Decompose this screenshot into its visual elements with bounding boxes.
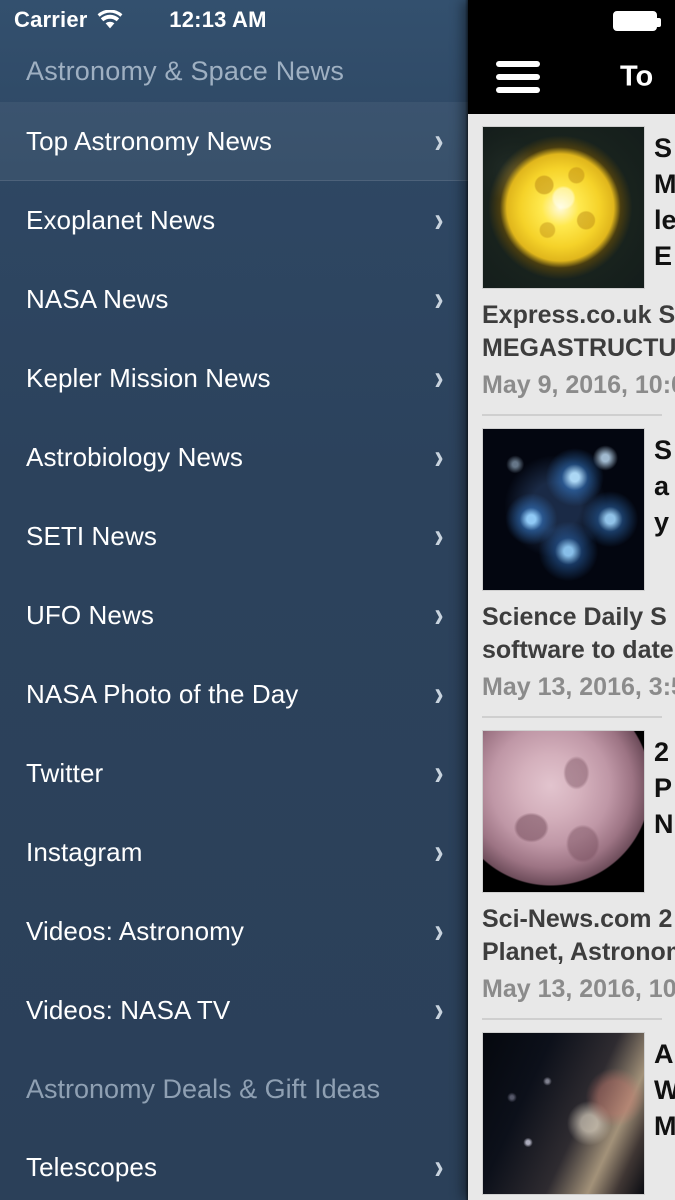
chevron-right-icon: › — [434, 1147, 444, 1187]
sidebar-item-ufo-news[interactable]: UFO News › — [0, 576, 468, 655]
sidebar-item-label: Kepler Mission News — [26, 363, 271, 393]
sidebar-item-twitter[interactable]: Twitter › — [0, 734, 468, 813]
article-title-line: E — [654, 241, 673, 271]
sidebar-item-telescopes[interactable]: Telescopes › — [0, 1128, 468, 1200]
milky-way-thumbnail — [482, 1032, 645, 1195]
article-title-line: S — [654, 133, 673, 163]
status-bar: Carrier 12:13 AM — [0, 0, 468, 40]
chevron-right-icon: › — [434, 832, 444, 872]
sidebar-item-label: Videos: NASA TV — [26, 995, 231, 1025]
chevron-right-icon: › — [434, 358, 444, 398]
sidebar-item-label: NASA Photo of the Day — [26, 679, 299, 709]
article-source-line: Planet, Astronom — [482, 938, 675, 966]
article-title: S Mle E — [654, 130, 675, 274]
article-list-item[interactable]: S Mle E Express.co.uk S MEGASTRUCTUR May 9, 2… — [468, 114, 675, 416]
drawer-section-header: Astronomy Deals & Gift Ideas — [26, 1073, 381, 1104]
article-title: AWM — [654, 1036, 675, 1144]
blue-star-cluster-thumbnail — [482, 428, 645, 591]
article-list-item[interactable]: 2 P N Sci-News.com 2 Planet, Astronom May 13,… — [468, 718, 675, 1020]
hamburger-line — [496, 87, 540, 93]
article-source-line: Sci-News.com 2 — [482, 905, 673, 933]
sidebar-item-label: UFO News — [26, 600, 154, 630]
article-title: 2 PN — [654, 734, 674, 842]
sidebar-item-seti-news[interactable]: SETI News › — [0, 497, 468, 576]
article-source-line: Express.co.uk S — [482, 301, 675, 329]
sidebar-item-instagram[interactable]: Instagram › — [0, 813, 468, 892]
article-source-line: Science Daily S — [482, 603, 667, 631]
drawer-menu-list: Top Astronomy News › Exoplanet News › NASA N… — [0, 102, 468, 1050]
sidebar-item-videos-astronomy[interactable]: Videos: Astronomy › — [0, 892, 468, 971]
sidebar-item-label: Exoplanet News — [26, 205, 216, 235]
sun-star-thumbnail — [482, 126, 645, 289]
sidebar-item-top-astronomy-news[interactable]: Top Astronomy News › — [0, 102, 468, 181]
article-list-item[interactable]: AWM — [468, 1020, 675, 1195]
chevron-right-icon: › — [434, 674, 444, 714]
article-date: May 13, 2016, 10:0 — [482, 975, 675, 1003]
sidebar-item-label: Instagram — [26, 837, 143, 867]
hamburger-line — [496, 61, 540, 67]
sidebar-item-exoplanet-news[interactable]: Exoplanet News › — [0, 181, 468, 260]
chevron-right-icon: › — [434, 990, 444, 1030]
article-date: May 9, 2016, 10:09 — [482, 371, 675, 399]
wifi-icon — [97, 9, 123, 30]
chevron-right-icon: › — [434, 437, 444, 477]
sidebar-item-label: Videos: Astronomy — [26, 916, 245, 946]
chevron-right-icon: › — [434, 200, 444, 240]
sidebar-item-nasa-photo-of-the-day[interactable]: NASA Photo of the Day › — [0, 655, 468, 734]
hamburger-line — [496, 74, 540, 80]
sidebar-item-label: Top Astronomy News — [26, 126, 273, 156]
sidebar-item-label: Twitter — [26, 758, 104, 788]
article-title-line: M — [654, 1111, 675, 1141]
article-title-line: y — [654, 507, 670, 537]
article-title-line: A — [654, 1039, 674, 1069]
drawer-deals-list: Telescopes › — [0, 1128, 468, 1200]
article-date: May 13, 2016, 3:50 — [482, 673, 675, 701]
article-list-item[interactable]: Sa y Science Daily S software to date May 13… — [468, 416, 675, 718]
navigation-drawer: Carrier 12:13 AM Astronomy & Space News … — [0, 0, 468, 1200]
sidebar-item-label: NASA News — [26, 284, 169, 314]
sidebar-item-label: Telescopes — [26, 1152, 158, 1182]
sidebar-item-label: SETI News — [26, 521, 157, 551]
chevron-right-icon: › — [434, 753, 444, 793]
article-source-line: software to date — [482, 636, 674, 664]
article-source: Science Daily S software to date — [482, 601, 675, 667]
hamburger-menu-icon[interactable] — [496, 54, 540, 100]
chevron-right-icon: › — [434, 279, 444, 319]
article-title-line: P — [654, 773, 673, 803]
app-root: Carrier 12:13 AM Astronomy & Space News … — [0, 0, 675, 1200]
article-source: Sci-News.com 2 Planet, Astronom — [482, 903, 675, 969]
sidebar-item-label: Astrobiology News — [26, 442, 244, 472]
battery-full-icon — [613, 11, 661, 31]
chevron-right-icon: › — [434, 595, 444, 635]
sidebar-item-videos-nasa-tv[interactable]: Videos: NASA TV › — [0, 971, 468, 1050]
article-title-line: 2 — [654, 737, 670, 767]
article-title-line: N — [654, 809, 674, 839]
article-source: Express.co.uk S MEGASTRUCTUR — [482, 299, 675, 365]
pink-dwarf-planet-thumbnail — [482, 730, 645, 893]
article-title-line: a — [654, 471, 670, 501]
sidebar-item-astrobiology-news[interactable]: Astrobiology News › — [0, 418, 468, 497]
chevron-right-icon: › — [434, 911, 444, 951]
carrier-label: Carrier — [14, 7, 88, 32]
article-title: Say — [654, 432, 672, 540]
article-title-line: S — [654, 435, 673, 465]
article-source-line: MEGASTRUCTUR — [482, 334, 675, 362]
article-title-line: M — [654, 169, 675, 199]
sidebar-item-kepler-mission-news[interactable]: Kepler Mission News › — [0, 339, 468, 418]
article-feed[interactable]: S Mle E Express.co.uk S MEGASTRUCTUR May 9, 2… — [468, 114, 675, 1195]
chevron-right-icon: › — [434, 516, 444, 556]
content-status-bar — [468, 0, 675, 40]
content-panel: To S Mle E Express.co.uk S MEGASTRUCTUR May 9… — [468, 0, 675, 1200]
article-title-line: W — [654, 1075, 675, 1105]
navigation-bar: To — [468, 40, 675, 114]
article-title-line: le — [654, 205, 675, 235]
chevron-right-icon: › — [434, 121, 444, 161]
nav-title: To — [620, 60, 654, 93]
drawer-title: Astronomy & Space News — [26, 55, 345, 86]
sidebar-item-nasa-news[interactable]: NASA News › — [0, 260, 468, 339]
